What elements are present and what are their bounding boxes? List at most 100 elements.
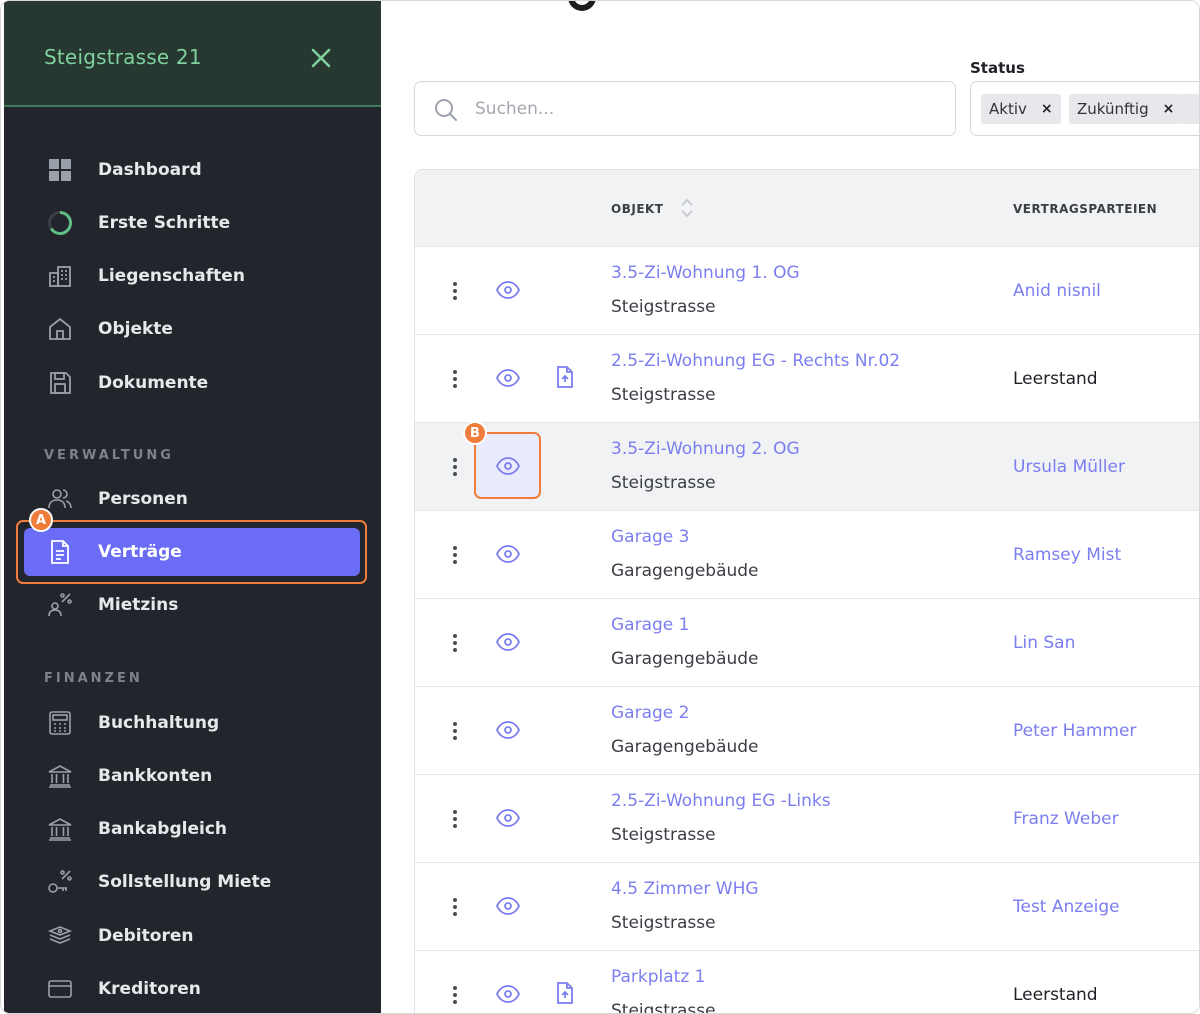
sort-icon[interactable] (679, 197, 695, 219)
more-options-icon[interactable] (445, 543, 465, 567)
table-row[interactable]: Garage 3 Garagengebäude Ramsey Mist (415, 510, 1199, 598)
sidebar-item-label: Personen (98, 489, 188, 509)
close-icon[interactable] (304, 41, 338, 75)
sidebar-item-label: Dokumente (98, 373, 209, 393)
search-icon (433, 97, 459, 123)
table-row[interactable]: 3.5-Zi-Wohnung 1. OG Steigstrasse Anid nis… (415, 246, 1199, 334)
sidebar-item-kreditoren[interactable]: Kreditoren (24, 965, 360, 1013)
sidebar-item-mietzins[interactable]: Mietzins (24, 581, 360, 629)
objekt-link[interactable]: 3.5-Zi-Wohnung 2. OG (611, 439, 800, 459)
objekt-location: Steigstrasse (611, 825, 716, 845)
table-row[interactable]: 2.5-Zi-Wohnung EG -Links Steigstrasse Fran… (415, 774, 1199, 862)
upload-document-icon[interactable] (553, 365, 577, 389)
vertragspartei[interactable]: Ursula Müller (1013, 457, 1125, 477)
page-heading-fragment (568, 1, 596, 11)
objekt-link[interactable]: 2.5-Zi-Wohnung EG -Links (611, 791, 831, 811)
sidebar-item-liegenschaften[interactable]: Liegenschaften (24, 252, 360, 300)
more-options-icon[interactable] (445, 719, 465, 743)
more-options-icon[interactable] (445, 807, 465, 831)
contracts-table: OBJEKT VERTRAGSPARTEIEN 3.5-Zi-Wohnung 1… (414, 169, 1199, 1014)
sidebar-item-debitoren[interactable]: Debitoren (24, 912, 360, 960)
sidebar-item-objekte[interactable]: Objekte (24, 305, 360, 353)
sidebar-item-bankabgleich[interactable]: Bankabgleich (24, 805, 360, 853)
vertragspartei[interactable]: Peter Hammer (1013, 721, 1136, 741)
more-options-icon[interactable] (445, 367, 465, 391)
chip-label: Zukünftig (1077, 100, 1149, 118)
status-filter-label: Status (970, 59, 1025, 77)
sidebar-item-label: Kreditoren (98, 979, 201, 999)
sidebar: Steigstrasse 21 Dashboard Erste Schritte… (4, 1, 381, 1013)
column-header-vertragsparteien[interactable]: VERTRAGSPARTEIEN (1013, 202, 1157, 216)
vertragspartei[interactable]: Franz Weber (1013, 809, 1119, 829)
view-eye-icon[interactable] (495, 893, 521, 919)
sidebar-item-dokumente[interactable]: Dokumente (24, 359, 360, 407)
view-eye-icon[interactable] (495, 541, 521, 567)
sidebar-item-sollstellung-miete[interactable]: Sollstellung Miete (24, 858, 360, 906)
chip-remove-icon[interactable]: × (1041, 101, 1053, 117)
table-row[interactable]: 4.5 Zimmer WHG Steigstrasse Test Anzeige (415, 862, 1199, 950)
objekt-location: Steigstrasse (611, 473, 716, 493)
objekt-link[interactable]: 4.5 Zimmer WHG (611, 879, 759, 899)
sidebar-item-dashboard[interactable]: Dashboard (24, 146, 360, 194)
status-chip-zukuenftig[interactable]: Zukünftig × (1069, 94, 1183, 124)
sidebar-item-label: Erste Schritte (98, 213, 231, 233)
sidebar-header: Steigstrasse 21 (4, 1, 381, 107)
app-frame: Steigstrasse 21 Dashboard Erste Schritte… (0, 0, 1200, 1014)
vertragspartei[interactable]: Test Anzeige (1013, 897, 1120, 917)
view-eye-icon[interactable] (495, 981, 521, 1007)
search-input[interactable] (475, 92, 935, 126)
objekt-link[interactable]: 2.5-Zi-Wohnung EG - Rechts Nr.02 (611, 351, 900, 371)
objekt-location: Steigstrasse (611, 1001, 716, 1014)
table-row[interactable]: 2.5-Zi-Wohnung EG - Rechts Nr.02 Steigstr… (415, 334, 1199, 422)
status-chip-aktiv[interactable]: Aktiv × (981, 94, 1061, 124)
search-box[interactable] (414, 81, 956, 136)
vertragspartei[interactable]: Anid nisnil (1013, 281, 1101, 301)
sidebar-item-buchhaltung[interactable]: Buchhaltung (24, 699, 360, 747)
vertragspartei[interactable]: Ramsey Mist (1013, 545, 1121, 565)
objekt-link[interactable]: Parkplatz 1 (611, 967, 705, 987)
sidebar-item-label: Debitoren (98, 926, 194, 946)
view-eye-icon[interactable] (495, 365, 521, 391)
objekt-link[interactable]: Garage 2 (611, 703, 689, 723)
objekt-link[interactable]: Garage 1 (611, 615, 689, 635)
main-content: Status Aktiv × Zukünftig × OBJEKT VERTRA… (381, 1, 1199, 1014)
table-row[interactable]: Garage 1 Garagengebäude Lin San (415, 598, 1199, 686)
bank-icon (46, 762, 74, 790)
more-options-icon[interactable] (445, 455, 465, 479)
key-percent-icon (46, 868, 74, 896)
table-row[interactable]: Parkplatz 1 Steigstrasse Leerstand (415, 950, 1199, 1014)
section-label-verwaltung: VERWALTUNG (44, 448, 174, 463)
more-options-icon[interactable] (445, 631, 465, 655)
property-title: Steigstrasse 21 (44, 45, 202, 69)
objekt-link[interactable]: Garage 3 (611, 527, 689, 547)
vertragspartei[interactable]: Lin San (1013, 633, 1075, 653)
status-filter[interactable]: Aktiv × Zukünftig × (970, 81, 1199, 136)
view-eye-icon[interactable] (495, 717, 521, 743)
money-stack-icon (46, 922, 74, 950)
sidebar-item-erste-schritte[interactable]: Erste Schritte (24, 199, 360, 247)
column-header-objekt[interactable]: OBJEKT (611, 202, 664, 216)
sidebar-item-personen[interactable]: Personen (24, 475, 360, 523)
status-chip-partial[interactable] (1181, 94, 1199, 124)
sidebar-item-label: Bankabgleich (98, 819, 228, 839)
upload-document-icon[interactable] (553, 981, 577, 1005)
more-options-icon[interactable] (445, 279, 465, 303)
more-options-icon[interactable] (445, 983, 465, 1007)
view-eye-icon[interactable] (495, 629, 521, 655)
sidebar-item-label: Mietzins (98, 595, 179, 615)
sidebar-item-label: Dashboard (98, 160, 202, 180)
more-options-icon[interactable] (445, 895, 465, 919)
sidebar-item-bankkonten[interactable]: Bankkonten (24, 752, 360, 800)
vertragspartei: Leerstand (1013, 985, 1098, 1005)
view-eye-icon[interactable] (495, 805, 521, 831)
objekt-link[interactable]: 3.5-Zi-Wohnung 1. OG (611, 263, 800, 283)
table-row[interactable]: Garage 2 Garagengebäude Peter Hammer (415, 686, 1199, 774)
section-label-finanzen: FINANZEN (44, 671, 143, 686)
annotation-badge-b: B (463, 421, 487, 445)
chip-remove-icon[interactable]: × (1163, 101, 1175, 117)
objekt-location: Garagengebäude (611, 561, 759, 581)
view-eye-icon[interactable] (495, 277, 521, 303)
objekt-location: Steigstrasse (611, 297, 716, 317)
dashboard-grid-icon (46, 156, 74, 184)
buildings-icon (46, 262, 74, 290)
